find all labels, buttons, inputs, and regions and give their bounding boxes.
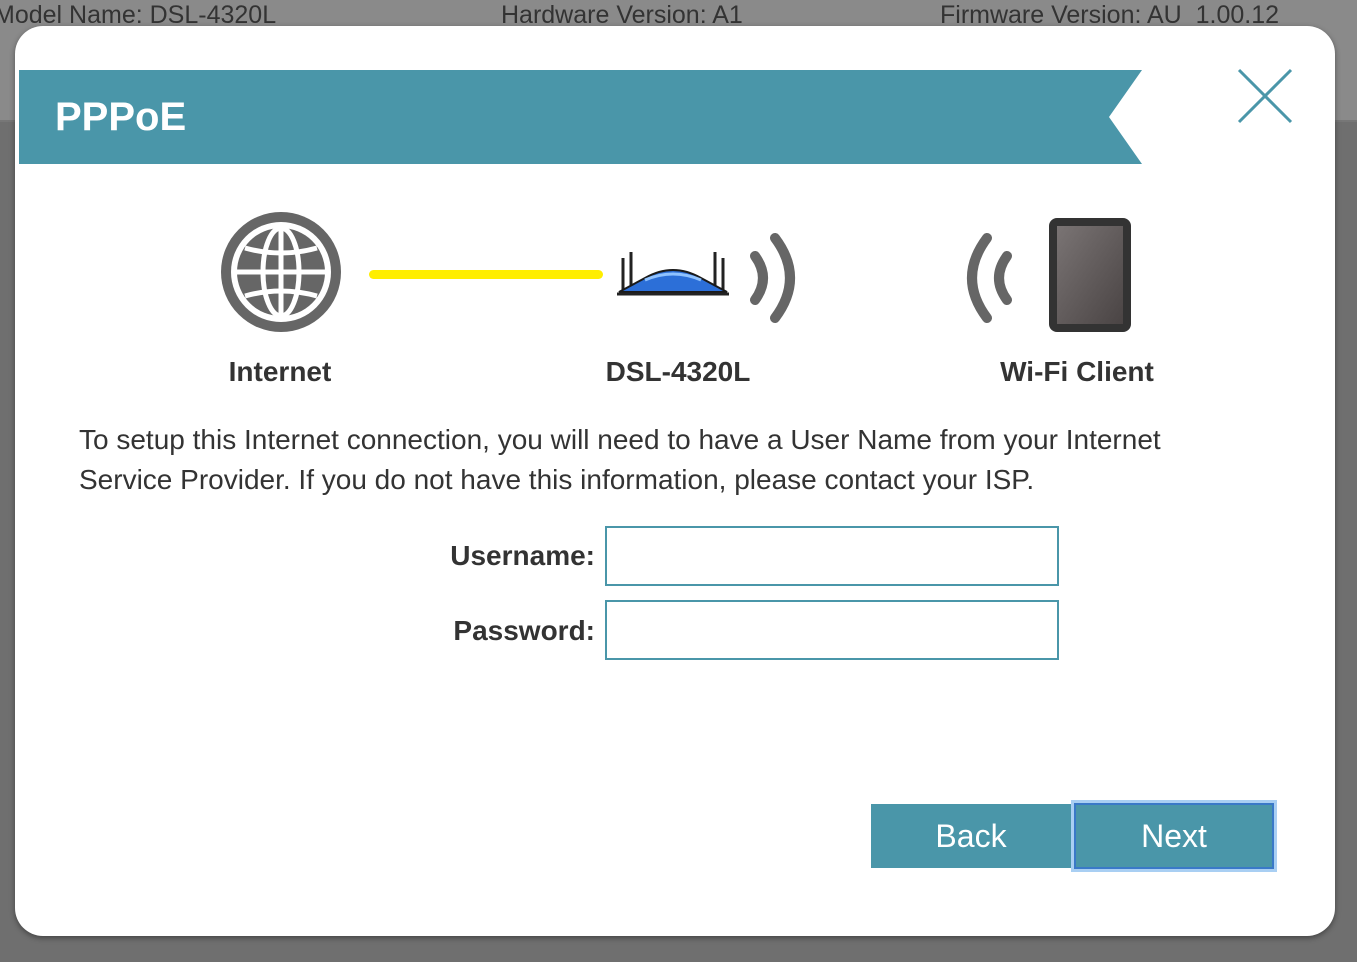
back-button[interactable]: Back: [871, 804, 1071, 868]
internet-label: Internet: [228, 356, 332, 387]
wifi-signal-in-icon: [953, 230, 1013, 326]
globe-icon: [217, 208, 345, 336]
router-icon: [615, 246, 731, 300]
wifi-client-label: Wi-Fi Client: [1000, 356, 1154, 387]
router-label: DSL-4320L: [605, 356, 751, 387]
dialog-title: PPPoE: [55, 95, 187, 139]
password-label: Password:: [453, 615, 595, 646]
username-label: Username:: [450, 540, 595, 571]
connection-line: [369, 270, 603, 279]
setup-description: To setup this Internet connection, you w…: [79, 424, 1161, 495]
next-button[interactable]: Next: [1071, 800, 1277, 872]
username-input[interactable]: [605, 526, 1059, 586]
banner-ribbon-shape: [19, 70, 1142, 164]
tablet-icon: [1047, 216, 1133, 334]
close-icon[interactable]: [1237, 68, 1293, 124]
wifi-signal-out-icon: [749, 230, 809, 326]
pppoe-dialog: PPPoE Internet DSL-4320L Wi-Fi Client To…: [15, 26, 1335, 936]
dialog-banner: PPPoE: [19, 70, 1142, 164]
password-input[interactable]: [605, 600, 1059, 660]
